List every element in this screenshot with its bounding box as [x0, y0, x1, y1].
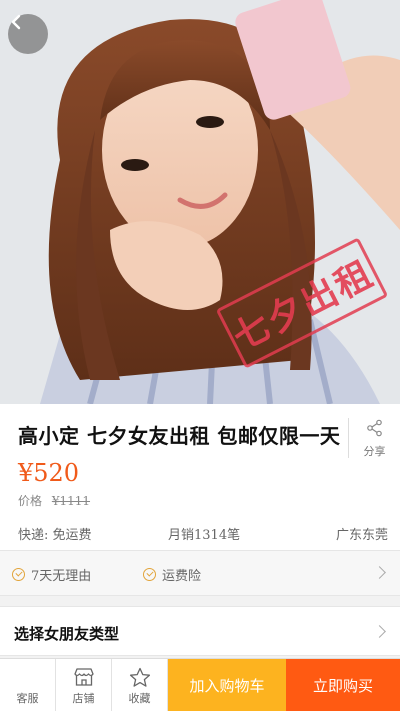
shop-label: 店铺 [72, 692, 95, 705]
shop-button[interactable]: 店铺 [56, 659, 112, 711]
back-button[interactable] [8, 14, 48, 54]
guarantee-item-shipping-insurance: 运费险 [143, 565, 201, 584]
product-photo [0, 0, 400, 404]
current-price: ¥520 [18, 459, 80, 487]
guarantee-label: 运费险 [162, 569, 202, 584]
select-type-row[interactable]: 选择女朋友类型 [0, 606, 400, 656]
bottom-action-bar: 客服 店铺 收藏 加入购物车 立即购买 [0, 658, 400, 711]
guarantee-label: 7天无理由 [31, 569, 92, 584]
buy-now-button[interactable]: 立即购买 [286, 659, 400, 711]
favorite-button[interactable]: 收藏 [112, 659, 168, 711]
shop-icon [73, 668, 94, 686]
chevron-right-icon [373, 625, 386, 638]
ship-location: 广东东莞 [336, 528, 389, 543]
check-circle-icon [143, 568, 156, 581]
check-circle-icon [12, 568, 25, 581]
shipping-info: 快递: 免运费 [18, 528, 92, 543]
star-icon [129, 667, 150, 687]
share-button[interactable]: 分享 [348, 418, 400, 458]
monthly-sales: 月销1314笔 [168, 528, 241, 543]
product-title: 高小定 七夕女友出租 包邮仅限一天 [18, 424, 341, 448]
chevron-right-icon [373, 566, 386, 579]
product-image: 七夕出租 [0, 0, 400, 404]
add-to-cart-button[interactable]: 加入购物车 [168, 659, 286, 711]
guarantee-item-return: 7天无理由 [12, 565, 91, 584]
favorite-label: 收藏 [128, 692, 151, 705]
share-icon [366, 419, 382, 437]
original-price: 价格 ¥1111 [18, 492, 90, 509]
select-type-label: 选择女朋友类型 [14, 625, 120, 643]
original-price-label: 价格 [18, 494, 43, 508]
guarantee-row[interactable]: 7天无理由 运费险 [0, 550, 400, 596]
chevron-left-icon [11, 14, 21, 30]
product-info: 高小定 七夕女友出租 包邮仅限一天 分享 ¥520 价格 ¥1111 快递: 免… [0, 404, 400, 550]
customer-service-label: 客服 [16, 692, 39, 705]
customer-service-button[interactable]: 客服 [0, 659, 56, 711]
share-label: 分享 [363, 445, 386, 458]
original-price-value: ¥1111 [51, 494, 91, 508]
